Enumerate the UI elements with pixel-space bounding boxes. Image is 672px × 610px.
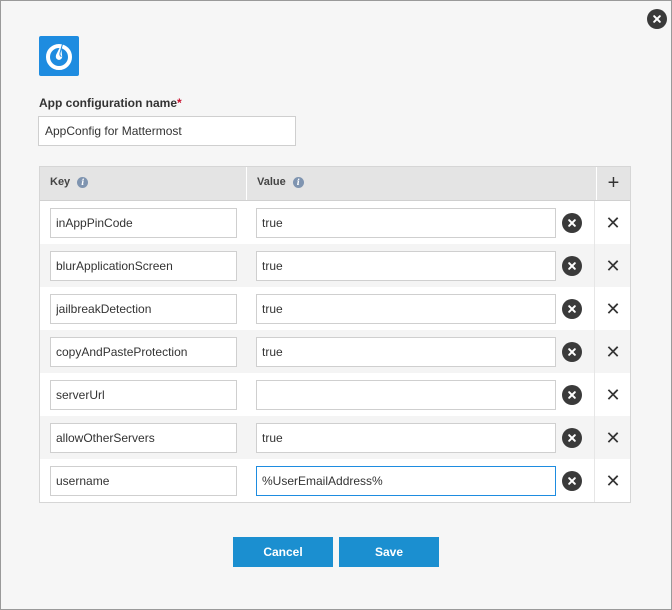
- value-input[interactable]: [256, 208, 556, 238]
- clear-value-icon[interactable]: [562, 342, 582, 362]
- key-input[interactable]: [50, 251, 237, 281]
- key-input[interactable]: [50, 466, 237, 496]
- value-input[interactable]: [256, 337, 556, 367]
- cancel-button[interactable]: Cancel: [233, 537, 333, 567]
- delete-row-icon[interactable]: ✕: [600, 382, 626, 408]
- table-row: ✕: [40, 416, 630, 459]
- key-input[interactable]: [50, 337, 237, 367]
- key-input[interactable]: [50, 294, 237, 324]
- value-input[interactable]: [256, 294, 556, 324]
- clear-value-icon[interactable]: [562, 471, 582, 491]
- clear-value-icon[interactable]: [562, 299, 582, 319]
- key-value-table: Key i Value i + ✕ ✕: [39, 166, 631, 503]
- delete-row-icon[interactable]: ✕: [600, 468, 626, 494]
- delete-row-icon[interactable]: ✕: [600, 210, 626, 236]
- app-config-name-label-text: App configuration name: [39, 96, 177, 110]
- clear-value-icon[interactable]: [562, 385, 582, 405]
- clear-value-icon[interactable]: [562, 428, 582, 448]
- delete-row-icon[interactable]: ✕: [600, 425, 626, 451]
- key-column-header: Key i: [50, 167, 89, 200]
- mattermost-logo: [39, 36, 79, 76]
- required-marker: *: [177, 96, 182, 110]
- row-divider: [594, 201, 595, 244]
- value-input[interactable]: [256, 380, 556, 410]
- row-divider: [594, 373, 595, 416]
- info-icon[interactable]: i: [292, 176, 304, 188]
- delete-row-icon[interactable]: ✕: [600, 296, 626, 322]
- row-divider: [594, 459, 595, 502]
- key-header-label: Key: [50, 176, 71, 188]
- value-header-label: Value: [257, 176, 286, 188]
- table-row: ✕: [40, 287, 630, 330]
- value-column-header: Value i: [257, 167, 304, 200]
- table-row: ✕: [40, 244, 630, 287]
- value-input[interactable]: [256, 251, 556, 281]
- delete-row-icon[interactable]: ✕: [600, 339, 626, 365]
- add-row-button[interactable]: +: [596, 167, 630, 200]
- delete-row-icon[interactable]: ✕: [600, 253, 626, 279]
- row-divider: [594, 416, 595, 459]
- key-input[interactable]: [50, 423, 237, 453]
- row-divider: [594, 287, 595, 330]
- info-icon[interactable]: i: [77, 176, 89, 188]
- table-row: ✕: [40, 459, 630, 502]
- row-divider: [594, 244, 595, 287]
- value-input[interactable]: [256, 466, 556, 496]
- table-header: Key i Value i +: [40, 167, 630, 201]
- clear-value-icon[interactable]: [562, 256, 582, 276]
- table-row: ✕: [40, 201, 630, 244]
- key-input[interactable]: [50, 380, 237, 410]
- table-row: ✕: [40, 373, 630, 416]
- row-divider: [594, 330, 595, 373]
- header-divider: [246, 167, 247, 200]
- key-input[interactable]: [50, 208, 237, 238]
- table-row: ✕: [40, 330, 630, 373]
- app-config-dialog: App configuration name* Key i Value i + …: [0, 0, 672, 610]
- clear-value-icon[interactable]: [562, 213, 582, 233]
- app-config-name-label: App configuration name*: [39, 96, 182, 110]
- value-input[interactable]: [256, 423, 556, 453]
- app-config-name-input[interactable]: [38, 116, 296, 146]
- save-button[interactable]: Save: [339, 537, 439, 567]
- close-icon[interactable]: [647, 9, 667, 29]
